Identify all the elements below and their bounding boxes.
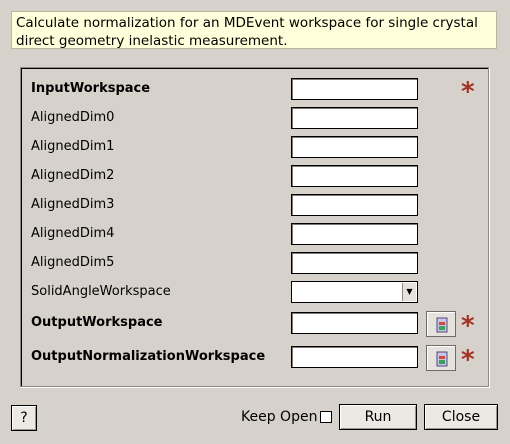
- output-workspace-browse-button[interactable]: [426, 311, 456, 337]
- output-normalization-workspace-browse-button[interactable]: [426, 345, 456, 371]
- keep-open-label: Keep Open: [241, 409, 318, 425]
- aligned-dim0-field[interactable]: [291, 107, 418, 129]
- aligned-dim4-label: AlignedDim4: [31, 226, 115, 241]
- aligned-dim3-label: AlignedDim3: [31, 197, 115, 212]
- workspace-picker-icon: [436, 317, 448, 333]
- output-normalization-workspace-mandatory-icon: *: [461, 345, 475, 375]
- output-workspace-label: OutputWorkspace: [31, 315, 163, 330]
- output-normalization-workspace-label: OutputNormalizationWorkspace: [31, 349, 266, 364]
- input-workspace-mandatory-icon: *: [461, 77, 475, 107]
- solid-angle-workspace-label: SolidAngleWorkspace: [31, 284, 171, 299]
- aligned-dim0-label: AlignedDim0: [31, 110, 115, 125]
- aligned-dim5-label: AlignedDim5: [31, 255, 115, 270]
- aligned-dim3-field[interactable]: [291, 194, 418, 216]
- aligned-dim2-label: AlignedDim2: [31, 168, 115, 183]
- input-workspace-field[interactable]: [291, 78, 418, 100]
- algorithm-description: Calculate normalization for an MDEvent w…: [11, 11, 497, 49]
- output-workspace-mandatory-icon: *: [461, 311, 475, 341]
- aligned-dim1-label: AlignedDim1: [31, 139, 115, 154]
- output-normalization-workspace-field[interactable]: [291, 346, 418, 368]
- aligned-dim2-field[interactable]: [291, 165, 418, 187]
- run-button[interactable]: Run: [339, 404, 417, 430]
- output-workspace-field[interactable]: [291, 312, 418, 334]
- chevron-down-icon[interactable]: ▼: [402, 283, 416, 301]
- aligned-dim5-field[interactable]: [291, 252, 418, 274]
- solid-angle-workspace-select[interactable]: ▼: [291, 281, 418, 303]
- aligned-dim4-field[interactable]: [291, 223, 418, 245]
- help-button[interactable]: ?: [11, 405, 37, 431]
- close-button[interactable]: Close: [424, 404, 498, 430]
- aligned-dim1-field[interactable]: [291, 136, 418, 158]
- workspace-picker-icon: [436, 351, 448, 367]
- input-workspace-label: InputWorkspace: [31, 81, 151, 96]
- keep-open-checkbox[interactable]: [320, 411, 332, 423]
